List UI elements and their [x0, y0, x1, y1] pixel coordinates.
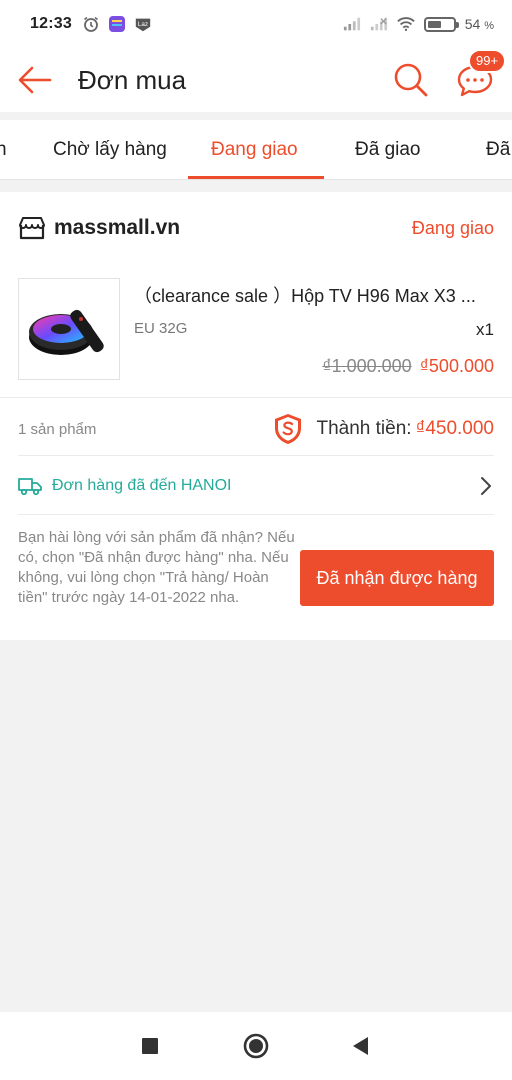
triangle-back-icon	[353, 1037, 368, 1055]
order-total-row: 1 sản phẩm Thành tiền: ₫450.000	[18, 404, 494, 454]
status-left-icons: Laz	[82, 15, 152, 33]
product-item[interactable]: （clearance sale ）Hộp TV H96 Max X3 ... E…	[18, 278, 494, 380]
price-original: ₫1.000.000	[322, 356, 412, 376]
battery-fill	[427, 20, 441, 28]
price-row: ₫1.000.000 ₫500.000	[322, 356, 494, 377]
alarm-icon	[82, 15, 100, 33]
product-variant: EU 32G	[134, 320, 188, 337]
chat-button[interactable]: 99+	[456, 49, 507, 99]
recent-apps-button[interactable]	[136, 1032, 164, 1060]
status-time: 12:33	[30, 15, 72, 32]
active-tab-indicator	[188, 176, 324, 179]
tab-dang-giao[interactable]: Đang giao	[211, 120, 298, 179]
battery-percent: 54 %	[465, 16, 494, 32]
home-button[interactable]	[242, 1032, 270, 1060]
total-value: ₫450.000	[415, 418, 494, 439]
app-header: Đơn mua 99+	[0, 48, 512, 112]
tab-cho-lay-hang[interactable]: Chờ lấy hàng	[53, 120, 167, 179]
shop-name: massmall.vn	[54, 216, 181, 239]
shop-row[interactable]: massmall.vn Đang giao	[18, 206, 494, 250]
header-actions: 99+	[392, 49, 507, 99]
order-received-button[interactable]: Đã nhận được hàng	[300, 550, 494, 606]
total-right: Thành tiền: ₫450.000	[272, 413, 494, 445]
back-button[interactable]	[16, 61, 54, 99]
status-right: 54 %	[343, 15, 494, 33]
confirm-receipt-row: Bạn hài lòng với sản phẩm đã nhận? Nếu c…	[18, 528, 494, 628]
search-button[interactable]	[392, 61, 430, 99]
system-nav-bar	[0, 1012, 512, 1080]
product-thumbnail	[18, 278, 120, 380]
tab-da-giao[interactable]: Đã giao	[355, 120, 421, 179]
price-current: ₫500.000	[419, 356, 494, 376]
back-nav-button[interactable]	[346, 1032, 374, 1060]
total-label: Thành tiền:	[316, 418, 412, 439]
tab-partial-right[interactable]: Đã	[486, 120, 510, 179]
app-notification-icon	[108, 15, 126, 33]
shopee-guarantee-icon	[272, 413, 304, 445]
signal-icon	[343, 15, 361, 33]
battery-percent-value: 54	[464, 16, 481, 32]
tab-partial-left[interactable]: n	[0, 120, 7, 179]
divider	[18, 455, 494, 456]
chat-badge: 99+	[468, 49, 507, 73]
divider	[18, 514, 494, 515]
signal-weak-icon	[370, 15, 388, 33]
battery-icon	[423, 16, 459, 32]
shipping-status-row[interactable]: Đơn hàng đã đến HANOI	[18, 466, 494, 506]
status-bar: 12:33 Laz 54 %	[0, 0, 512, 48]
confirm-message: Bạn hài lòng với sản phẩm đã nhận? Nếu c…	[18, 529, 295, 606]
shipping-status-text: Đơn hàng đã đến HANOI	[52, 477, 232, 494]
order-card[interactable]: massmall.vn Đang giao （clearance sale ）H…	[0, 192, 512, 640]
battery-percent-suffix: %	[484, 20, 494, 32]
lazada-icon: Laz	[134, 15, 152, 33]
back-arrow-icon	[18, 66, 52, 94]
product-quantity: x1	[476, 320, 494, 339]
svg-text:Laz: Laz	[138, 21, 148, 28]
home-circle-icon	[243, 1033, 269, 1059]
shop-icon	[18, 214, 46, 242]
truck-icon	[18, 475, 42, 497]
tv-box-image	[29, 309, 104, 355]
square-icon	[142, 1038, 158, 1054]
page-title: Đơn mua	[78, 64, 187, 95]
search-icon	[394, 63, 428, 97]
divider	[0, 397, 512, 398]
product-name: （clearance sale ）Hộp TV H96 Max X3 ...	[134, 286, 476, 306]
item-count: 1 sản phẩm	[18, 420, 97, 438]
order-status: Đang giao	[411, 217, 494, 238]
chevron-right-icon	[478, 475, 494, 497]
order-status-tabs: n Chờ lấy hàng Đang giao Đã giao Đã	[0, 120, 512, 180]
wifi-icon	[397, 15, 415, 33]
